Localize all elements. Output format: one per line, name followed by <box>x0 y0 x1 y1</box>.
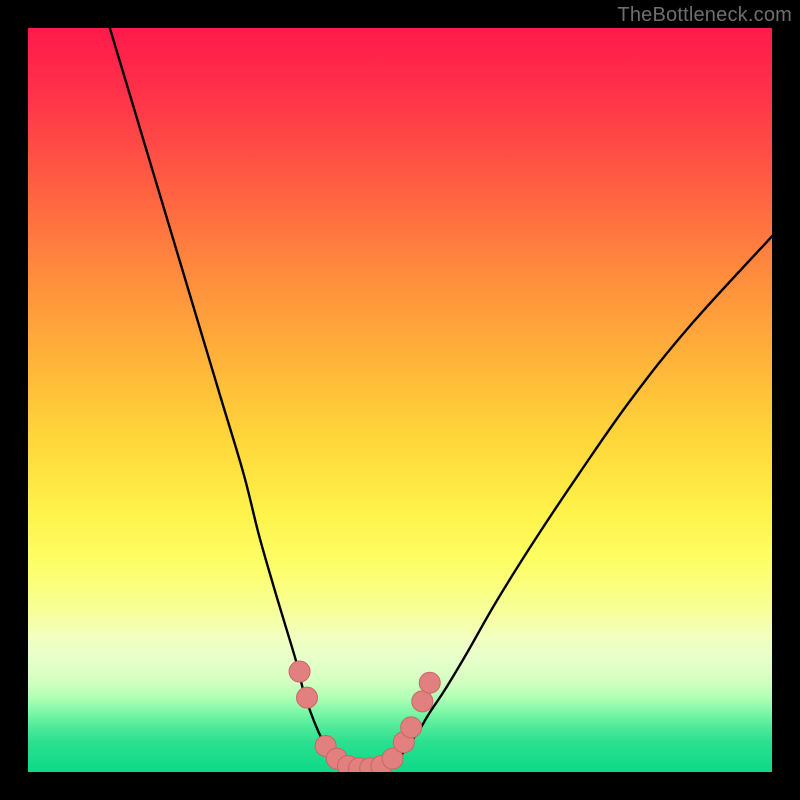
plot-area <box>28 28 772 772</box>
data-marker <box>297 687 318 708</box>
curve-markers <box>28 28 772 772</box>
data-marker <box>412 691 433 712</box>
data-marker <box>401 717 422 738</box>
chart-frame: TheBottleneck.com <box>0 0 800 800</box>
data-marker <box>419 672 440 693</box>
data-marker <box>289 661 310 682</box>
watermark-text: TheBottleneck.com <box>617 4 792 27</box>
